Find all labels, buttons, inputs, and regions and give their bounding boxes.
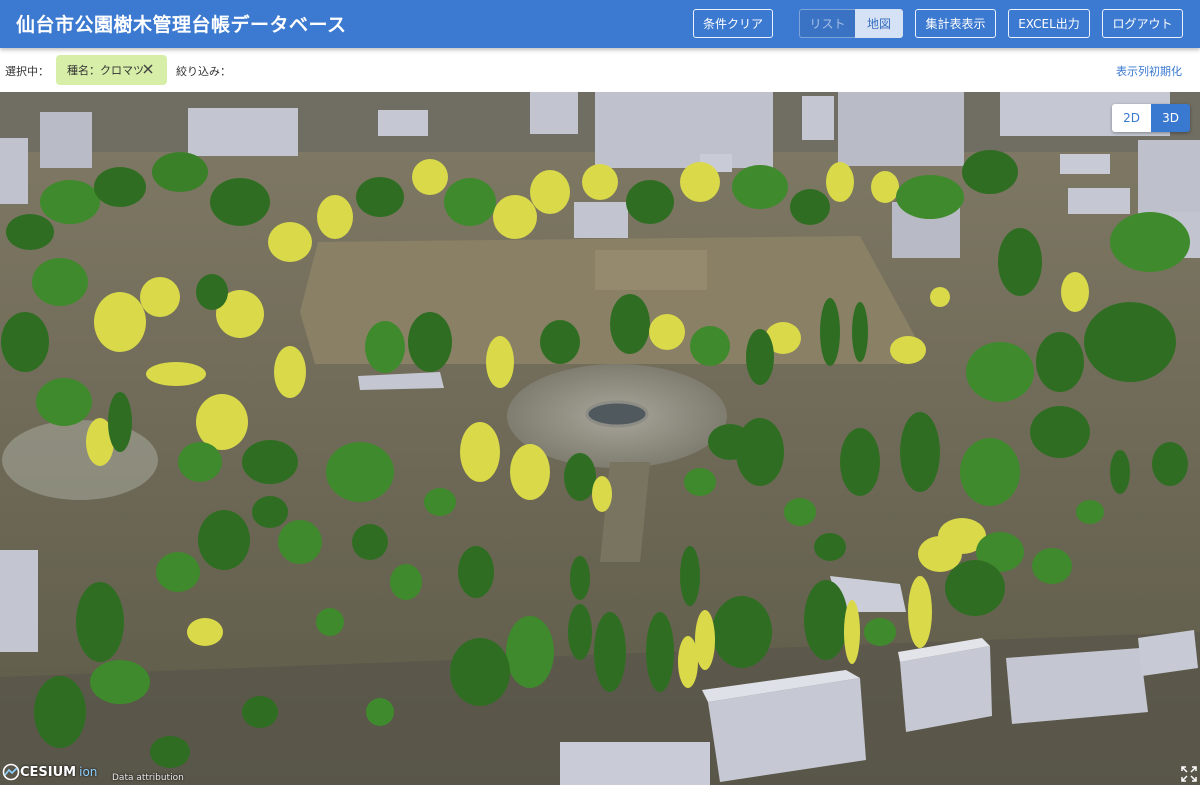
chip-label: 種名：クロマツ <box>67 64 144 77</box>
toggle-3d-button[interactable]: 3D <box>1151 104 1190 132</box>
aerial-3d-scene <box>0 92 1200 785</box>
filter-bar: 選択中： 種名：クロマツ 絞り込み： 表示列初期化 <box>0 48 1200 92</box>
selected-label: 選択中： <box>5 65 49 78</box>
cesium-logo-text: CESIUM <box>20 764 77 780</box>
reset-columns-link[interactable]: 表示列初期化 <box>1116 63 1182 79</box>
data-attribution-link[interactable]: Data attribution <box>112 773 184 783</box>
narrow-label: 絞り込み： <box>176 65 231 78</box>
app-title: 仙台市公園樹木管理台帳データベース <box>16 14 347 36</box>
map-view-tab[interactable]: 地図 <box>855 9 903 38</box>
cesium-logo-icon <box>2 763 20 781</box>
dimension-toggle: 2D 3D <box>1112 104 1190 132</box>
species-filter-chip[interactable]: 種名：クロマツ <box>56 55 167 85</box>
app-header: 仙台市公園樹木管理台帳データベース 条件クリア リスト 地図 集計表表示 EXC… <box>0 0 1200 48</box>
logout-button[interactable]: ログアウト <box>1102 9 1183 38</box>
summary-table-button[interactable]: 集計表表示 <box>915 9 996 38</box>
fullscreen-icon[interactable] <box>1181 766 1197 782</box>
cesium-logo-sub: ion <box>79 765 98 779</box>
map-viewport[interactable] <box>0 92 1200 785</box>
clear-conditions-button[interactable]: 条件クリア <box>693 9 773 38</box>
excel-export-button[interactable]: EXCEL出力 <box>1008 9 1090 38</box>
cesium-logo[interactable]: CESIUM ion <box>2 763 97 781</box>
toggle-2d-button[interactable]: 2D <box>1112 104 1151 132</box>
close-icon[interactable] <box>141 62 155 76</box>
list-view-tab[interactable]: リスト <box>799 9 855 38</box>
